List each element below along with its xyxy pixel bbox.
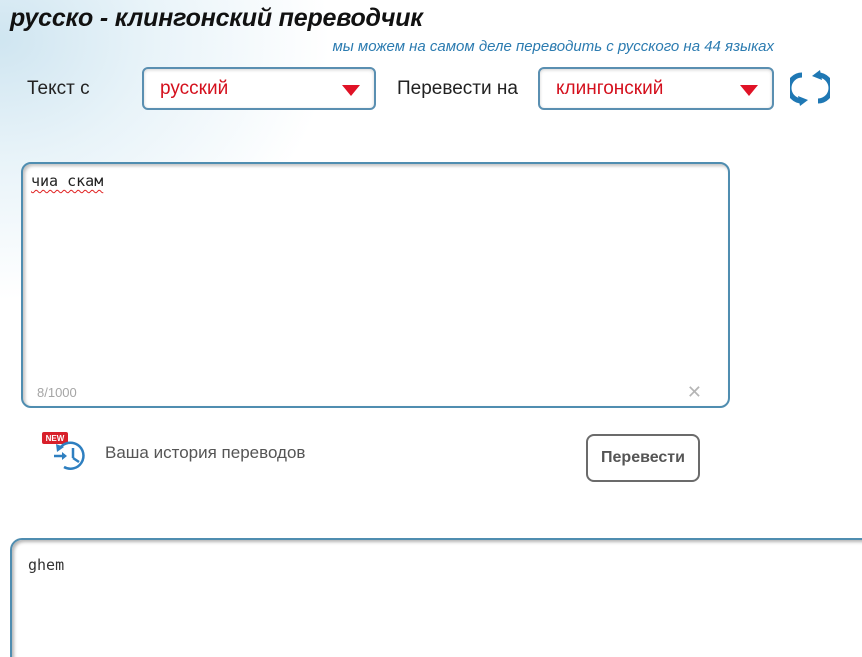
translation-history-link[interactable]: NEW Ваша история переводов <box>42 432 332 472</box>
page-title: русско - клингонский переводчик <box>10 4 423 32</box>
character-counter: 8/1000 <box>37 385 77 400</box>
swap-languages-button[interactable] <box>786 70 834 106</box>
history-clock-icon: NEW <box>42 432 85 470</box>
target-language-label: Перевести на <box>397 78 518 99</box>
swap-icon <box>786 70 834 106</box>
close-icon[interactable]: ✕ <box>687 383 702 401</box>
source-language-value: русский <box>160 78 229 99</box>
dropdown-arrow-icon <box>342 85 360 96</box>
source-text-area[interactable]: чиа скам 8/1000 ✕ <box>21 162 730 408</box>
dropdown-arrow-icon <box>740 85 758 96</box>
target-language-select[interactable]: клингонский <box>538 67 774 110</box>
target-language-value: клингонский <box>556 78 664 99</box>
source-language-select[interactable]: русский <box>142 67 376 110</box>
page-subtitle: мы можем на самом деле переводить с русс… <box>332 38 774 55</box>
history-label: Ваша история переводов <box>105 443 306 462</box>
translation-output-area[interactable]: ghem <box>10 538 862 657</box>
translate-button[interactable]: Перевести <box>586 434 700 482</box>
source-language-label: Текст с <box>27 78 90 99</box>
new-badge: NEW <box>46 434 65 443</box>
translation-output-text: ghem <box>28 556 65 574</box>
source-text: чиа скам <box>31 172 104 190</box>
